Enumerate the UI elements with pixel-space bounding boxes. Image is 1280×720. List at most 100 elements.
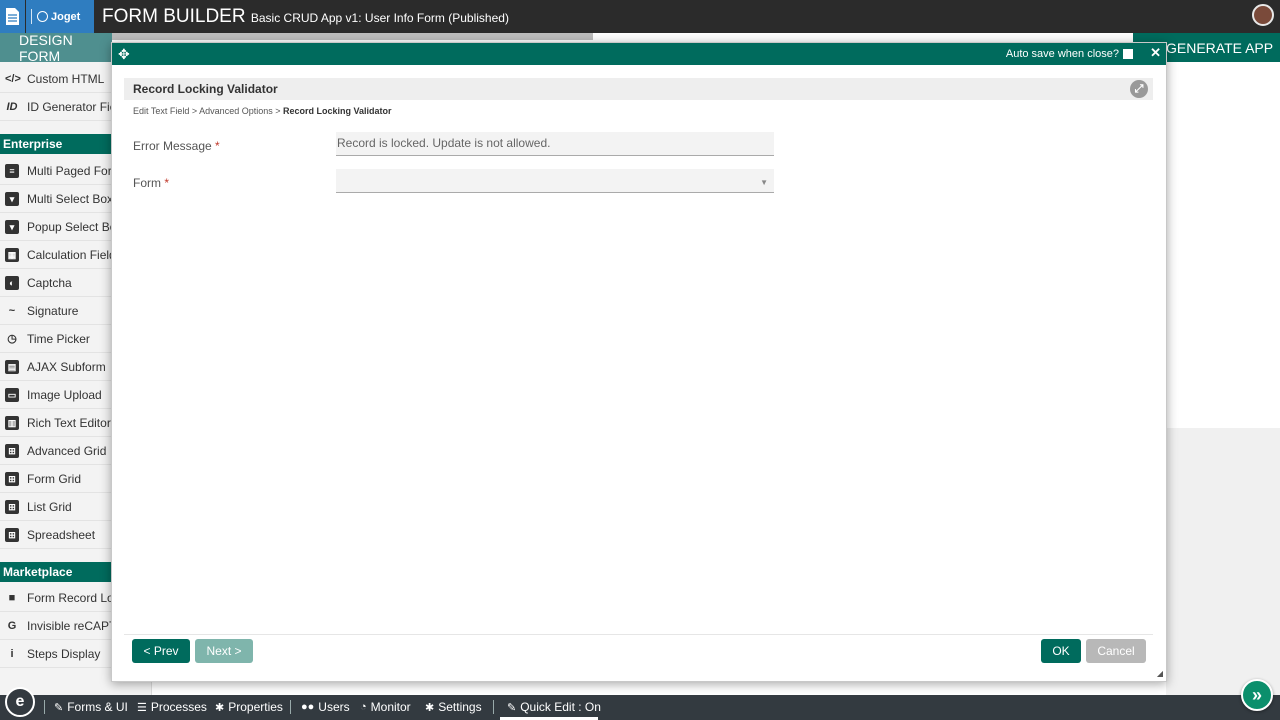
palette-item-label: Popup Select Box: [27, 219, 123, 234]
quick-edit-label: Quick Edit : On: [520, 700, 601, 714]
ok-button[interactable]: OK: [1041, 639, 1081, 663]
resize-handle-icon[interactable]: ◢: [1157, 669, 1163, 678]
properties-dialog: ✥ Auto save when close? ✕ Record Locking…: [111, 42, 1167, 682]
divider: [290, 700, 291, 714]
calculator-icon: ▦: [5, 248, 19, 262]
autosave-toggle[interactable]: Auto save when close?: [1006, 48, 1133, 60]
palette-item-label: Captcha: [27, 275, 72, 290]
tab-design-form[interactable]: DESIGN FORM: [0, 32, 112, 64]
palette-item-label: Multi Paged Form: [27, 163, 122, 178]
canvas-background: [1166, 428, 1280, 695]
brand-name: Joget: [51, 10, 81, 23]
nav-processes[interactable]: ☰ Processes: [137, 700, 207, 714]
nav-label: Users: [318, 700, 350, 714]
nav-monitor[interactable]: ◔ Monitor: [360, 700, 411, 714]
required-mark: *: [215, 139, 220, 153]
quick-edit-content: ✎ Quick Edit : On: [507, 700, 601, 714]
breadcrumb-step[interactable]: Advanced Options: [199, 106, 273, 116]
section-title-text: Record Locking Validator: [133, 82, 278, 96]
lock-icon: ■: [8, 592, 16, 604]
joget-logo-icon: [37, 11, 48, 22]
autosave-checkbox[interactable]: [1123, 49, 1133, 59]
section-title: Record Locking Validator ⤢: [124, 78, 1153, 100]
palette-item-label: Signature: [27, 303, 79, 318]
edit-icon: ✎: [54, 701, 64, 714]
shield-icon: ◐: [5, 276, 19, 290]
nav-label: Monitor: [370, 700, 411, 714]
required-mark: *: [164, 176, 170, 190]
palette-item-label: Rich Text Editor: [27, 415, 111, 430]
close-icon[interactable]: ✕: [1150, 45, 1161, 61]
breadcrumb: Edit Text Field > Advanced Options > Rec…: [133, 106, 392, 116]
users-icon: ●●: [301, 701, 315, 713]
breadcrumb-step[interactable]: Edit Text Field: [133, 106, 189, 116]
palette-item-label: Steps Display: [27, 646, 101, 661]
id-icon: ID: [6, 101, 18, 113]
palette-item-label: Time Picker: [27, 331, 90, 346]
chevron-down-icon: ▼: [760, 178, 768, 187]
palette-item-label: Multi Select Box: [27, 191, 114, 206]
palette-item-label: Form Grid: [27, 471, 81, 486]
canvas-panel: [1166, 62, 1280, 428]
nav-settings[interactable]: ✱ Settings: [425, 700, 482, 714]
document-icon[interactable]: [0, 0, 25, 33]
cancel-button[interactable]: Cancel: [1086, 639, 1146, 663]
divider: [493, 700, 494, 714]
palette-item-label: AJAX Subform: [27, 359, 106, 374]
prev-button[interactable]: < Prev: [132, 639, 190, 663]
builder-title: FORM BUILDER: [102, 6, 246, 27]
dashboard-icon: ◔: [360, 701, 367, 713]
joget-logo[interactable]: Joget: [26, 0, 94, 33]
grid-icon: ⊞: [5, 472, 19, 486]
autosave-label: Auto save when close?: [1005, 48, 1119, 60]
nav-label: Settings: [438, 700, 482, 714]
move-icon[interactable]: ✥: [118, 46, 130, 62]
signature-icon: ~: [8, 305, 16, 317]
multi-page-icon: ≡: [5, 164, 19, 178]
dialog-footer-divider: [124, 634, 1153, 635]
google-icon: G: [7, 620, 17, 632]
nav-forms-ui[interactable]: ✎ Forms & UI: [54, 700, 128, 714]
form-select[interactable]: ▼: [336, 169, 774, 193]
error-message-field[interactable]: Record is locked. Update is not allowed.: [336, 132, 774, 156]
field-label-text: Form: [133, 176, 161, 190]
palette-item-label: Advanced Grid: [27, 443, 107, 458]
breadcrumb-separator: >: [191, 106, 198, 116]
gear-icon: ✱: [215, 701, 225, 714]
palette-item-label: Image Upload: [27, 387, 102, 402]
code-icon: </>: [5, 73, 21, 85]
dialog-titlebar[interactable]: ✥ Auto save when close? ✕: [112, 43, 1166, 65]
page-title: FORM BUILDER Basic CRUD App v1: User Inf…: [102, 6, 509, 28]
nav-users[interactable]: ●● Users: [301, 700, 350, 714]
palette-item-label: Spreadsheet: [27, 527, 96, 542]
palette-item-label: Custom HTML: [27, 71, 105, 86]
popup-select-icon: ▾: [5, 220, 19, 234]
grid-icon: ⊞: [5, 500, 19, 514]
avatar[interactable]: [1252, 4, 1274, 26]
nav-label: Properties: [228, 700, 283, 714]
nav-properties[interactable]: ✱ Properties: [215, 700, 283, 714]
form-label: Form *: [133, 176, 169, 190]
grid-icon: ⊞: [5, 528, 19, 542]
info-icon: i: [10, 648, 14, 660]
quick-edit-toggle[interactable]: ✎ Quick Edit : On: [500, 695, 601, 720]
field-label-text: Error Message: [133, 139, 212, 153]
select-box-icon: ▾: [5, 192, 19, 206]
gears-icon: ✱: [425, 701, 435, 714]
joget-logo-icon[interactable]: e: [5, 687, 35, 717]
breadcrumb-separator: >: [275, 106, 281, 116]
document-icon: ▤: [5, 360, 19, 374]
fullscreen-icon[interactable]: ⤢: [1130, 80, 1148, 98]
expand-panel-button[interactable]: »: [1241, 679, 1273, 711]
divider: [44, 700, 45, 714]
admin-bar: e ✎ Forms & UI ☰ Processes ✱ Properties ●● U…: [0, 687, 1280, 720]
image-icon: ▭: [5, 388, 19, 402]
nav-label: Forms & UI: [67, 700, 128, 714]
brand-divider: [31, 9, 32, 24]
nav-label: Processes: [150, 700, 207, 714]
palette-item-label: Calculation Field: [27, 247, 116, 262]
pencil-icon: ✎: [507, 701, 517, 714]
next-button[interactable]: Next >: [195, 639, 253, 663]
app-subtitle: Basic CRUD App v1: User Info Form (Publi…: [250, 11, 509, 25]
rich-text-icon: ▥: [5, 416, 19, 430]
